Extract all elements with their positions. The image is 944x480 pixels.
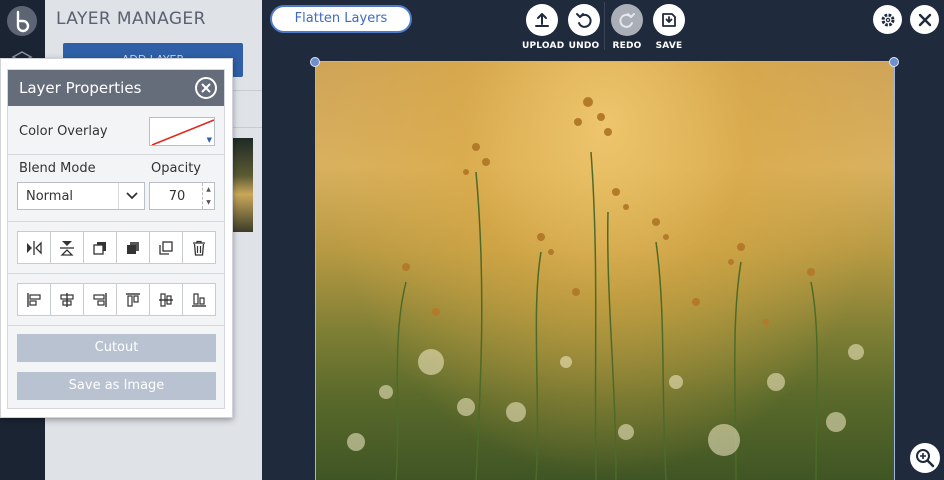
upload-label: UPLOAD	[522, 41, 565, 51]
flip-horizontal-icon	[27, 240, 42, 255]
zoom-button[interactable]	[910, 443, 940, 473]
selection-border	[315, 61, 895, 480]
upload-button[interactable]: UPLOAD	[522, 4, 565, 51]
logo-icon[interactable]	[7, 6, 37, 36]
delete-button[interactable]	[183, 232, 215, 263]
blend-mode-select[interactable]: Normal	[17, 182, 145, 210]
blend-mode-label: Blend Mode	[19, 161, 96, 176]
align-bottom-icon	[192, 292, 206, 307]
undo-icon	[568, 4, 600, 36]
blend-mode-value: Normal	[26, 189, 74, 204]
bring-to-front-button[interactable]	[117, 232, 150, 263]
settings-button[interactable]	[873, 5, 902, 34]
save-label: SAVE	[655, 41, 683, 51]
toolbar-separator	[604, 2, 605, 50]
chevron-down-icon	[118, 183, 144, 209]
flatten-layers-button[interactable]: Flatten Layers	[270, 5, 412, 33]
cutout-button[interactable]: Cutout	[17, 334, 216, 362]
no-color-icon	[151, 119, 214, 145]
transform-button-row	[17, 231, 216, 264]
zoom-icon	[916, 449, 935, 468]
layer-properties-body: Layer Properties Color Overlay ▼ Blend M…	[7, 69, 225, 409]
bring-forward-icon	[93, 241, 106, 255]
opacity-spinner-icon[interactable]: ▲ ▼	[202, 183, 214, 209]
gear-icon	[881, 13, 894, 26]
layer-properties-title: Layer Properties	[19, 79, 142, 97]
flip-horizontal-button[interactable]	[18, 232, 51, 263]
undo-button[interactable]: UNDO	[564, 4, 604, 51]
align-center-horizontal-icon	[60, 292, 74, 307]
align-top-button[interactable]	[117, 284, 150, 315]
undo-label: UNDO	[568, 41, 600, 51]
layer-thumbnail[interactable]	[233, 138, 253, 232]
close-icon	[918, 13, 931, 26]
align-button-row	[17, 283, 216, 316]
align-left-button[interactable]	[18, 284, 51, 315]
opacity-label: Opacity	[151, 161, 202, 176]
resize-handle-top-right[interactable]	[889, 57, 899, 67]
align-top-icon	[126, 292, 140, 307]
trash-icon	[193, 240, 205, 256]
layer-properties-header: Layer Properties	[8, 70, 224, 106]
duplicate-icon	[159, 240, 173, 255]
divider	[8, 273, 224, 274]
flip-vertical-icon	[60, 240, 74, 256]
resize-handle-top-left[interactable]	[310, 57, 320, 67]
upload-icon	[526, 4, 558, 36]
color-overlay-label: Color Overlay	[19, 124, 108, 139]
close-editor-button[interactable]	[910, 5, 939, 34]
close-icon	[201, 83, 211, 93]
divider	[8, 154, 224, 155]
save-button[interactable]: SAVE	[649, 4, 689, 51]
duplicate-button[interactable]	[150, 232, 183, 263]
divider	[8, 325, 224, 326]
opacity-input[interactable]: 70 ▲ ▼	[149, 182, 215, 210]
save-icon	[653, 4, 685, 36]
align-center-horizontal-button[interactable]	[51, 284, 84, 315]
bring-to-front-icon	[127, 241, 139, 254]
flip-vertical-button[interactable]	[51, 232, 84, 263]
align-center-vertical-button[interactable]	[150, 284, 183, 315]
align-bottom-button[interactable]	[183, 284, 215, 315]
dropdown-arrow-icon: ▼	[206, 136, 212, 144]
align-left-icon	[27, 292, 41, 307]
divider	[8, 221, 224, 222]
close-dialog-button[interactable]	[195, 77, 217, 99]
redo-label: REDO	[612, 41, 642, 51]
layer-manager-title: LAYER MANAGER	[56, 9, 206, 29]
color-overlay-swatch[interactable]: ▼	[149, 117, 215, 146]
align-center-vertical-icon	[159, 292, 173, 307]
align-right-icon	[93, 292, 107, 307]
redo-button[interactable]: REDO	[607, 4, 647, 51]
layer-properties-dialog: Layer Properties Color Overlay ▼ Blend M…	[0, 58, 233, 418]
redo-icon	[611, 4, 643, 36]
opacity-value: 70	[168, 189, 186, 204]
save-as-image-button[interactable]: Save as Image	[17, 372, 216, 400]
align-right-button[interactable]	[84, 284, 117, 315]
bring-forward-button[interactable]	[84, 232, 117, 263]
